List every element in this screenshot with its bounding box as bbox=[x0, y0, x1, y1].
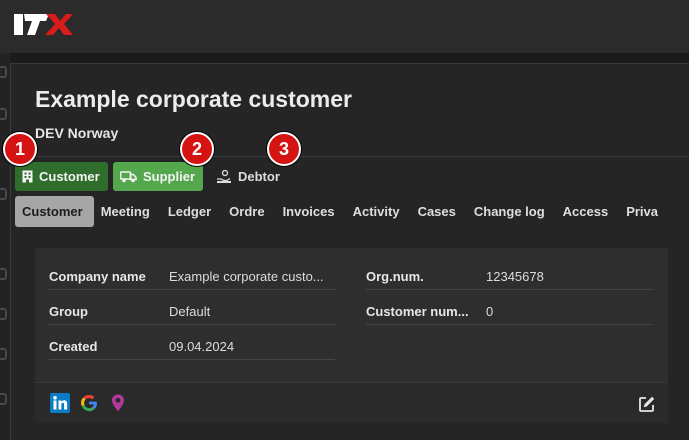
created-label: Created bbox=[49, 338, 98, 354]
tab-bar: Customer Meeting Ledger Ordre Invoices A… bbox=[15, 196, 669, 228]
sidebar-icon bbox=[0, 268, 7, 280]
itx-logo[interactable] bbox=[13, 10, 73, 38]
org-num-label: Org.num. bbox=[366, 268, 424, 284]
card-footer bbox=[35, 382, 668, 423]
org-num-row: Org.num. 12345678 bbox=[366, 263, 653, 290]
edit-icon[interactable] bbox=[638, 395, 656, 413]
group-value: Default bbox=[169, 303, 211, 319]
sidebar-icon bbox=[0, 308, 7, 320]
company-name-label: Company name bbox=[49, 268, 146, 284]
annotation-badge-1: 1 bbox=[3, 132, 37, 166]
created-value: 09.04.2024 bbox=[169, 338, 235, 354]
customer-panel: Example corporate customer DEV Norway Cu… bbox=[10, 63, 689, 440]
customer-role-label: Customer bbox=[39, 169, 100, 184]
debtor-role-label: Debtor bbox=[238, 169, 280, 184]
tab-invoices[interactable]: Invoices bbox=[276, 196, 346, 227]
truck-icon bbox=[120, 170, 137, 182]
org-num-value: 12345678 bbox=[486, 268, 544, 284]
sidebar-icon bbox=[0, 66, 7, 78]
customer-number-label: Customer num... bbox=[366, 303, 469, 319]
background-sidebar bbox=[0, 53, 10, 440]
group-label: Group bbox=[49, 303, 88, 319]
hand-coin-icon bbox=[217, 169, 231, 183]
debtor-role-button[interactable]: Debtor bbox=[209, 162, 289, 191]
page-subtitle: DEV Norway bbox=[35, 125, 119, 141]
divider bbox=[11, 156, 689, 157]
sidebar-icon bbox=[0, 348, 7, 360]
created-row: Created 09.04.2024 bbox=[49, 333, 335, 360]
supplier-role-button[interactable]: Supplier bbox=[113, 162, 203, 191]
tab-ordre[interactable]: Ordre bbox=[222, 196, 275, 227]
map-pin-icon[interactable] bbox=[108, 393, 128, 413]
tab-access[interactable]: Access bbox=[556, 196, 620, 227]
customer-info-card: Company name Example corporate custo... … bbox=[35, 248, 668, 423]
company-name-value: Example corporate custo... bbox=[169, 268, 324, 284]
customer-number-value: 0 bbox=[486, 303, 494, 319]
supplier-role-label: Supplier bbox=[143, 169, 196, 184]
tab-cases[interactable]: Cases bbox=[411, 196, 467, 227]
page-title: Example corporate customer bbox=[35, 86, 353, 112]
annotation-badge-3: 3 bbox=[267, 132, 301, 166]
customer-role-button[interactable]: Customer bbox=[15, 162, 108, 191]
sidebar-icon bbox=[0, 393, 7, 405]
tab-activity[interactable]: Activity bbox=[346, 196, 411, 227]
tab-customer[interactable]: Customer bbox=[15, 196, 94, 227]
tab-ledger[interactable]: Ledger bbox=[161, 196, 222, 227]
tab-privacy[interactable]: Priva bbox=[619, 196, 669, 227]
linkedin-icon[interactable] bbox=[50, 393, 70, 413]
sidebar-icon bbox=[0, 188, 7, 200]
sidebar-icon bbox=[0, 108, 7, 120]
group-row: Group Default bbox=[49, 298, 335, 325]
company-name-row: Company name Example corporate custo... bbox=[49, 263, 335, 290]
top-bar bbox=[0, 0, 689, 53]
google-icon[interactable] bbox=[79, 393, 99, 413]
annotation-badge-2: 2 bbox=[180, 132, 214, 166]
customer-number-row: Customer num... 0 bbox=[366, 298, 653, 325]
building-icon bbox=[22, 170, 33, 183]
tab-change-log[interactable]: Change log bbox=[467, 196, 556, 227]
tab-meeting[interactable]: Meeting bbox=[94, 196, 161, 227]
